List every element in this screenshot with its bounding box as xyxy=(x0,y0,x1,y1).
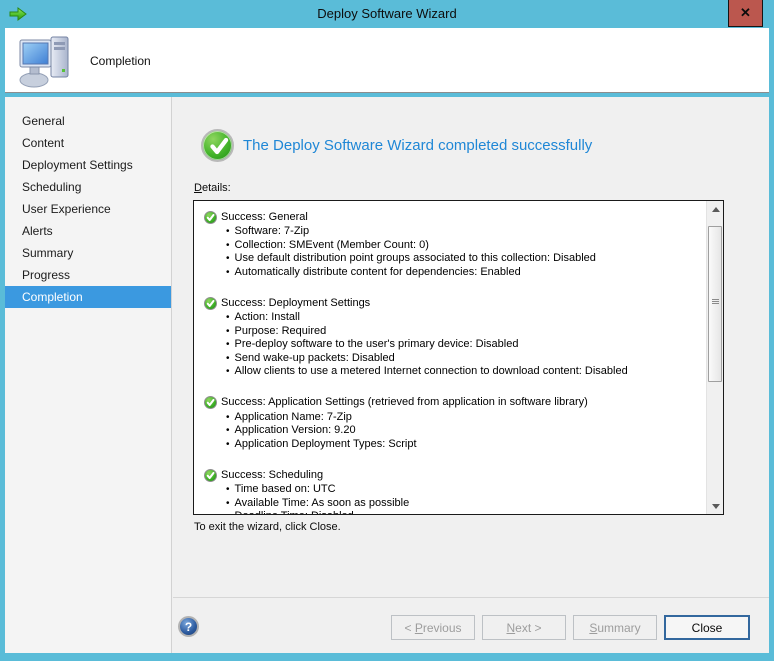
close-wizard-button[interactable]: Close xyxy=(664,615,750,640)
details-panel[interactable]: Success: General Software: 7-Zip Collect… xyxy=(193,200,724,515)
details-section-application-settings: Success: Application Settings (retrieved… xyxy=(204,396,702,452)
details-content: Success: General Software: 7-Zip Collect… xyxy=(194,201,706,514)
section-title: Success: Deployment Settings xyxy=(221,297,370,310)
summary-button[interactable]: Summary xyxy=(573,615,657,640)
detail-item: Action: Install xyxy=(226,311,702,325)
triangle-up-icon xyxy=(712,207,720,212)
detail-item: Use default distribution point groups as… xyxy=(226,252,702,266)
detail-item: Send wake-up packets: Disabled xyxy=(226,352,702,366)
button-row: < Previous Next > Summary Close xyxy=(391,615,750,640)
computer-icon xyxy=(18,33,74,89)
deploy-software-wizard-window: Deploy Software Wizard ✕ xyxy=(0,0,774,661)
detail-item: Application Deployment Types: Script xyxy=(226,438,702,452)
section-title: Success: General xyxy=(221,211,308,224)
scroll-up-button[interactable] xyxy=(707,201,724,217)
detail-item: Available Time: As soon as possible xyxy=(226,497,702,511)
previous-button[interactable]: < Previous xyxy=(391,615,475,640)
detail-item: Application Version: 9.20 xyxy=(226,424,702,438)
detail-item: Time based on: UTC xyxy=(226,483,702,497)
sidebar-item-deployment-settings[interactable]: Deployment Settings xyxy=(5,154,171,176)
sidebar-item-progress[interactable]: Progress xyxy=(5,264,171,286)
main-panel: The Deploy Software Wizard completed suc… xyxy=(173,97,769,653)
step-title: Completion xyxy=(90,54,151,68)
detail-item: Allow clients to use a metered Internet … xyxy=(226,365,702,379)
sidebar-item-scheduling[interactable]: Scheduling xyxy=(5,176,171,198)
section-title: Success: Application Settings (retrieved… xyxy=(221,396,588,409)
sidebar-item-user-experience[interactable]: User Experience xyxy=(5,198,171,220)
sidebar-item-alerts[interactable]: Alerts xyxy=(5,220,171,242)
details-scrollbar[interactable] xyxy=(706,201,723,514)
green-arrow-icon xyxy=(9,6,27,22)
title-bar: Deploy Software Wizard ✕ xyxy=(0,0,774,28)
triangle-down-icon xyxy=(712,504,720,509)
wizard-header: Completion xyxy=(5,28,769,93)
footer-divider xyxy=(173,597,769,598)
wizard-body: General Content Deployment Settings Sche… xyxy=(5,97,769,653)
success-check-icon xyxy=(204,297,217,310)
next-button[interactable]: Next > xyxy=(482,615,566,640)
window-title: Deploy Software Wizard xyxy=(0,0,774,28)
close-button[interactable]: ✕ xyxy=(728,0,763,27)
exit-note: To exit the wizard, click Close. xyxy=(194,521,341,533)
wizard-nav-sidebar: General Content Deployment Settings Sche… xyxy=(5,97,172,653)
status-heading: The Deploy Software Wizard completed suc… xyxy=(243,137,592,154)
detail-item: Pre-deploy software to the user's primar… xyxy=(226,338,702,352)
scrollbar-gripper-icon xyxy=(712,299,719,305)
detail-item: Purpose: Required xyxy=(226,325,702,339)
details-section-scheduling: Success: Scheduling Time based on: UTC A… xyxy=(204,468,702,514)
details-label: Details: xyxy=(194,182,231,194)
close-icon: ✕ xyxy=(740,5,751,21)
sidebar-item-content[interactable]: Content xyxy=(5,132,171,154)
sidebar-item-summary[interactable]: Summary xyxy=(5,242,171,264)
wizard-steps-list: General Content Deployment Settings Sche… xyxy=(5,110,171,308)
success-check-icon xyxy=(204,396,217,409)
help-icon: ? xyxy=(185,620,192,634)
success-check-icon xyxy=(204,469,217,482)
detail-item: Collection: SMEvent (Member Count: 0) xyxy=(226,239,702,253)
detail-item: Automatically distribute content for dep… xyxy=(226,266,702,280)
success-icon xyxy=(201,129,234,162)
detail-item: Deadline Time: Disabled xyxy=(226,510,702,514)
sidebar-item-general[interactable]: General xyxy=(5,110,171,132)
scrollbar-thumb[interactable] xyxy=(708,226,722,382)
help-button[interactable]: ? xyxy=(178,616,199,637)
details-section-deployment-settings: Success: Deployment Settings Action: Ins… xyxy=(204,296,702,379)
detail-item: Software: 7-Zip xyxy=(226,225,702,239)
scroll-down-button[interactable] xyxy=(707,498,724,514)
details-section-general: Success: General Software: 7-Zip Collect… xyxy=(204,210,702,279)
detail-item: Application Name: 7-Zip xyxy=(226,411,702,425)
success-check-icon xyxy=(204,211,217,224)
sidebar-item-completion[interactable]: Completion xyxy=(5,286,171,308)
section-title: Success: Scheduling xyxy=(221,469,323,482)
